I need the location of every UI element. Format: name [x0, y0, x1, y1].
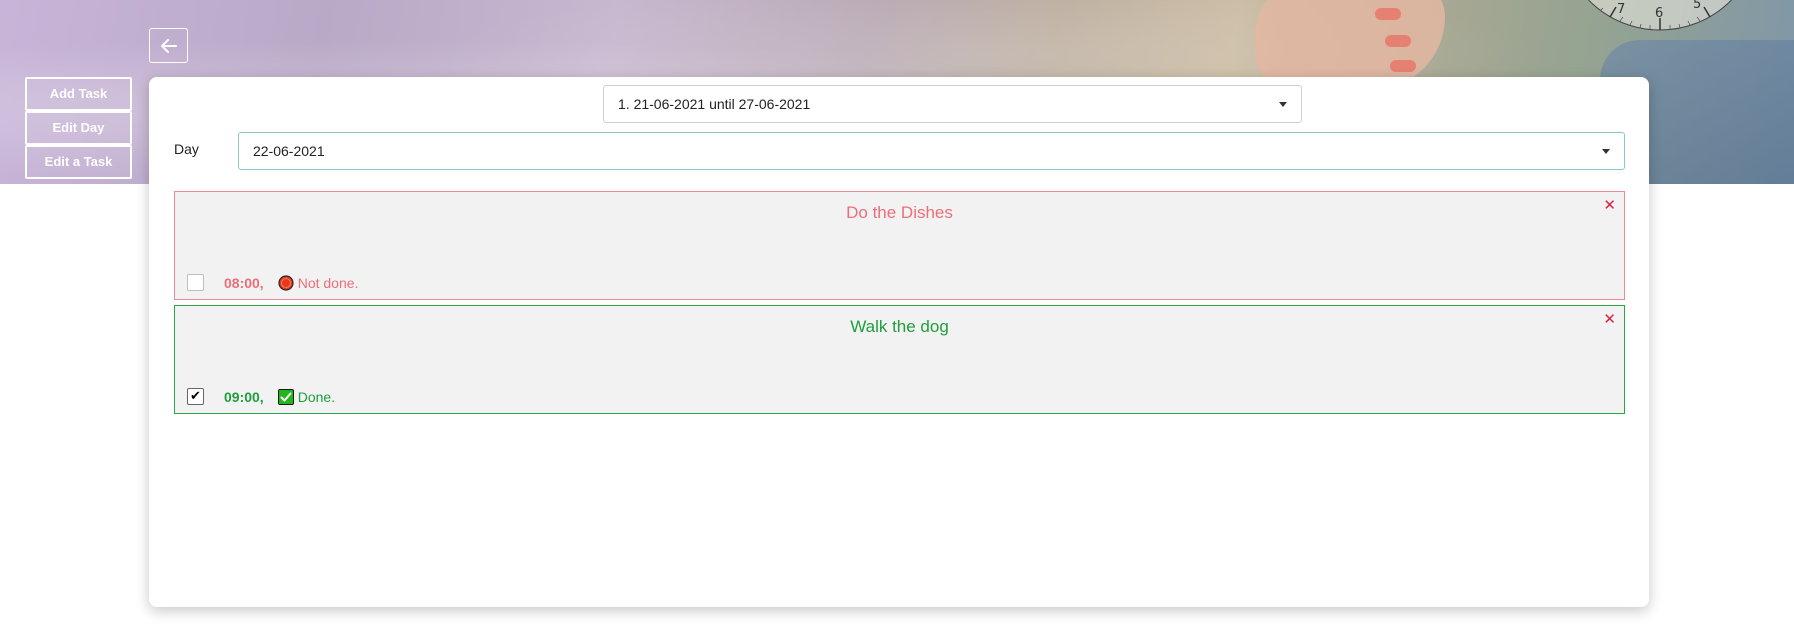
day-select[interactable]: 22-06-2021 — [238, 132, 1625, 170]
caret-down-icon — [1279, 102, 1287, 107]
clock-numeral-6: 6 — [1655, 6, 1663, 21]
task-time: 08:00, — [224, 274, 264, 291]
task-done-checkbox[interactable]: ✔ — [187, 388, 204, 405]
edit-day-button[interactable]: Edit Day — [25, 111, 132, 145]
day-label: Day — [174, 141, 199, 157]
planner-card: 1. 21-06-2021 until 27-06-2021 Day 22-06… — [149, 77, 1649, 607]
delete-task-close-icon[interactable]: ✕ — [1603, 196, 1616, 214]
task-card: Walk the dog ✕ ✔ 09:00, Done. — [174, 305, 1625, 414]
week-select-value: 1. 21-06-2021 until 27-06-2021 — [618, 96, 811, 112]
done-check-icon — [277, 388, 294, 405]
day-select-value: 22-06-2021 — [253, 143, 325, 159]
arrow-left-icon — [160, 38, 177, 53]
task-card: Do the Dishes ✕ 08:00, Not done. — [174, 191, 1625, 300]
add-task-button[interactable]: Add Task — [25, 77, 132, 111]
clock-numeral-5: 5 — [1693, 0, 1701, 12]
clock-numeral-7: 7 — [1617, 2, 1625, 17]
caret-down-icon — [1602, 149, 1610, 154]
task-status: Not done. — [297, 274, 359, 291]
week-select[interactable]: 1. 21-06-2021 until 27-06-2021 — [603, 85, 1302, 123]
task-title: Do the Dishes — [846, 203, 953, 222]
task-status: Done. — [297, 388, 336, 405]
not-done-circle-icon — [278, 274, 294, 291]
side-menu: Add Task Edit Day Edit a Task — [25, 77, 132, 179]
clock-graphic: 7 6 5 — [1587, 0, 1733, 31]
task-time: 09:00, — [224, 388, 264, 405]
edit-a-task-button[interactable]: Edit a Task — [25, 145, 132, 179]
task-title: Walk the dog — [850, 317, 949, 336]
back-button[interactable] — [149, 28, 188, 63]
task-done-checkbox[interactable] — [187, 274, 204, 291]
delete-task-close-icon[interactable]: ✕ — [1603, 310, 1616, 328]
